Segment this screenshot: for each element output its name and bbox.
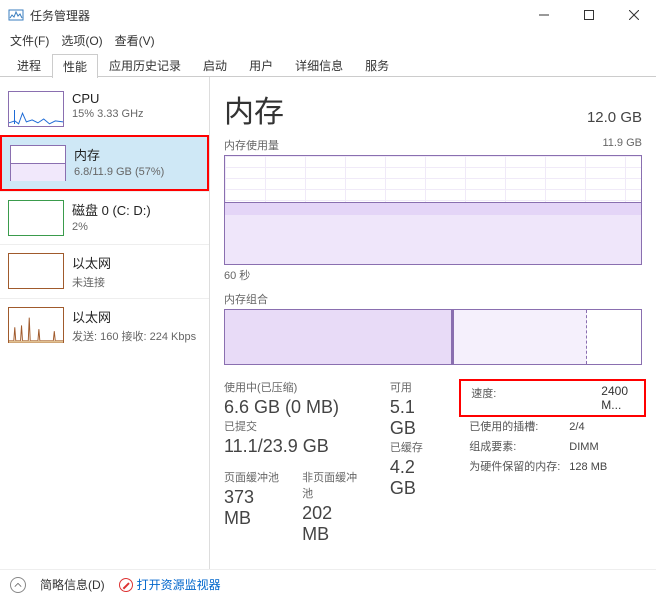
tab-processes[interactable]: 进程	[6, 53, 52, 77]
sidebar-item-sub: 未连接	[72, 274, 111, 290]
tab-startup[interactable]: 启动	[192, 53, 238, 77]
stat-value: 11.1/23.9 GB	[224, 436, 362, 457]
stat-label: 可用	[390, 379, 441, 395]
fewer-details-link[interactable]: 简略信息(D)	[40, 576, 105, 593]
main-panel: 内存 12.0 GB 内存使用量 11.9 GB 60 秒 内存组合 使用中(已…	[210, 77, 656, 570]
footer: 简略信息(D) 打开资源监视器	[0, 569, 656, 599]
sidebar-item-sub: 2%	[72, 221, 151, 233]
stat-label: 非页面缓冲池	[302, 469, 362, 501]
stat-label: 已缓存	[390, 439, 441, 455]
menu-options[interactable]: 选项(O)	[61, 32, 102, 49]
sidebar-item-label: CPU	[72, 91, 144, 106]
tab-services[interactable]: 服务	[354, 53, 400, 77]
sidebar-item-label: 磁盘 0 (C: D:)	[72, 200, 151, 219]
maximize-button[interactable]	[566, 0, 611, 30]
total-capacity: 12.0 GB	[587, 109, 642, 126]
spec-label: 组成要素:	[469, 437, 569, 457]
tab-app-history[interactable]: 应用历史记录	[98, 53, 192, 77]
sidebar-item-sub: 15% 3.33 GHz	[72, 108, 144, 120]
stat-value: 5.1 GB	[390, 397, 441, 439]
sidebar-item-label: 内存	[74, 145, 164, 164]
cpu-thumbnail	[8, 91, 64, 127]
menu-file[interactable]: 文件(F)	[10, 32, 49, 49]
spec-label: 已使用的插槽:	[469, 417, 569, 437]
memory-thumbnail	[10, 145, 66, 181]
spec-label: 为硬件保留的内存:	[469, 457, 569, 477]
usage-graph-max: 11.9 GB	[602, 137, 642, 153]
sidebar-item-ethernet-1[interactable]: 以太网 未连接	[0, 244, 209, 298]
menubar: 文件(F) 选项(O) 查看(V)	[0, 30, 656, 53]
graph-x-axis: 60 秒	[224, 267, 642, 283]
stat-value: 6.6 GB (0 MB)	[224, 397, 362, 418]
sidebar-item-label: 以太网	[72, 253, 111, 272]
stat-value: 202 MB	[302, 503, 362, 545]
stat-label: 页面缓冲池	[224, 469, 280, 485]
stat-value: 4.2 GB	[390, 457, 441, 499]
memory-composition-bar[interactable]	[224, 309, 642, 365]
memory-usage-graph[interactable]	[224, 155, 642, 265]
sidebar-item-label: 以太网	[72, 307, 196, 326]
spec-value: 2/4	[569, 421, 584, 433]
resource-monitor-icon	[119, 578, 133, 592]
composition-label: 内存组合	[224, 291, 642, 307]
sidebar-item-disk[interactable]: 磁盘 0 (C: D:) 2%	[0, 191, 209, 244]
sidebar-item-sub: 6.8/11.9 GB (57%)	[74, 166, 164, 178]
stat-value: 373 MB	[224, 487, 280, 529]
stat-label: 使用中(已压缩)	[224, 379, 362, 395]
close-button[interactable]	[611, 0, 656, 30]
disk-thumbnail	[8, 200, 64, 236]
speed-highlight: 速度: 2400 M...	[459, 379, 646, 417]
sidebar-item-ethernet-2[interactable]: 以太网 发送: 160 接收: 224 Kbps	[0, 298, 209, 352]
sidebar-item-sub: 发送: 160 接收: 224 Kbps	[72, 328, 196, 344]
menu-view[interactable]: 查看(V)	[115, 32, 155, 49]
sidebar-item-memory[interactable]: 内存 6.8/11.9 GB (57%)	[0, 135, 209, 191]
usage-graph-label: 内存使用量	[224, 137, 279, 153]
page-title: 内存	[224, 87, 284, 131]
sidebar-item-cpu[interactable]: CPU 15% 3.33 GHz	[0, 83, 209, 135]
stat-label: 已提交	[224, 418, 362, 434]
app-icon	[8, 7, 24, 23]
tab-performance[interactable]: 性能	[52, 54, 98, 78]
titlebar: 任务管理器	[0, 0, 656, 30]
tab-details[interactable]: 详细信息	[284, 53, 354, 77]
sidebar: CPU 15% 3.33 GHz 内存 6.8/11.9 GB (57%) 磁盘…	[0, 77, 210, 570]
spec-value: 128 MB	[569, 461, 607, 473]
tab-users[interactable]: 用户	[238, 53, 284, 77]
minimize-button[interactable]	[521, 0, 566, 30]
ethernet-thumbnail	[8, 307, 64, 343]
window-title: 任务管理器	[30, 7, 521, 24]
ethernet-thumbnail	[8, 253, 64, 289]
open-resource-monitor-link[interactable]: 打开资源监视器	[119, 576, 221, 593]
chevron-up-icon[interactable]	[10, 577, 26, 593]
spec-value: 2400 M...	[601, 384, 636, 412]
spec-label: 速度:	[471, 384, 571, 404]
tab-list: 进程 性能 应用历史记录 启动 用户 详细信息 服务	[0, 53, 656, 77]
spec-value: DIMM	[569, 441, 598, 453]
